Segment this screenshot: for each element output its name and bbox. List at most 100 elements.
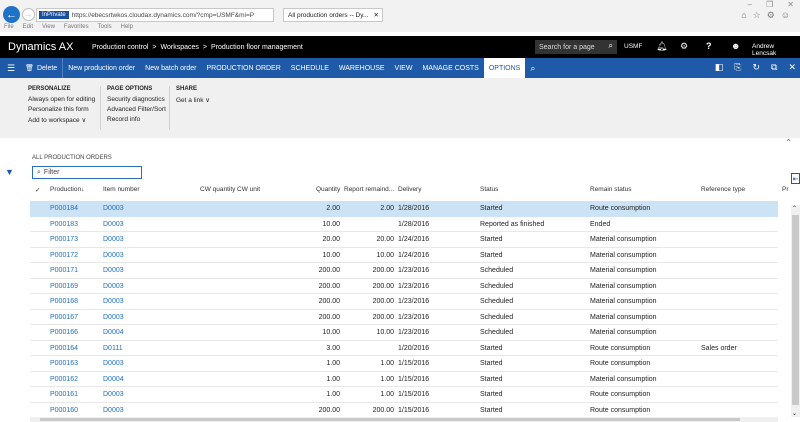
cell-item-number[interactable]: D0003 [103,298,124,305]
vertical-scroll-thumb[interactable] [792,215,799,405]
cell-production[interactable]: P000171 [50,267,78,274]
grid-filter-input[interactable]: ⌕ Filter [32,166,142,179]
cell-item-number[interactable]: D0003 [103,267,124,274]
breadcrumb-workspaces[interactable]: Workspaces [161,44,199,51]
col-header-delivery[interactable]: Delivery [398,186,421,193]
menu-favorites[interactable]: Favorites [64,24,89,33]
cell-production[interactable]: P000160 [50,407,78,414]
cell-item-number[interactable]: D0111 [103,345,123,352]
col-header-remain-status[interactable]: Remain status [590,186,632,193]
cell-item-number[interactable]: D0003 [103,407,124,414]
office-icon[interactable]: ◧ [715,62,724,73]
favorites-star-icon[interactable]: ☆ [753,10,761,21]
new-production-order-button[interactable]: New production order [62,58,140,78]
collapse-chevron-up-icon[interactable]: ⌃ [785,138,792,147]
home-icon[interactable]: ⌂ [741,10,746,21]
always-open-editing-button[interactable]: Always open for editing [28,96,95,103]
cell-item-number[interactable]: D0003 [103,252,124,259]
refresh-icon[interactable]: ↻ [752,62,760,73]
settings-gear-icon[interactable]: ⚙ [680,41,688,52]
tab-warehouse[interactable]: WAREHOUSE [334,58,390,78]
get-a-link-button[interactable]: Get a link ∨ [176,96,210,104]
back-arrow-icon[interactable]: ← [3,6,20,23]
hamburger-menu-icon[interactable]: ☰ [0,58,20,78]
table-row[interactable]: P000167 D0003 200.00 200.00 1/23/2016 Schedul… [30,310,778,325]
tab-production-order[interactable]: PRODUCTION ORDER [202,58,286,78]
vertical-scrollbar[interactable]: ⌃ ⌄ [791,205,800,417]
breadcrumb-production-control[interactable]: Production control [92,44,148,51]
address-bar[interactable]: InPrivate https://ebecsrtwkos.cloudax.dy… [36,8,274,22]
restore-icon[interactable]: ❐ [766,0,773,9]
app-title[interactable]: Dynamics AX [8,41,92,53]
cell-production[interactable]: P000183 [50,221,78,228]
col-header-cw-unit[interactable]: CW unit [237,186,260,193]
cell-production[interactable]: P000169 [50,283,78,290]
menu-file[interactable]: File [4,24,14,33]
tab-options[interactable]: OPTIONS [483,58,526,78]
add-to-workspace-button[interactable]: Add to workspace ∨ [28,116,95,124]
minimize-icon[interactable]: – [748,0,752,9]
feedback-smiley-icon[interactable]: ☻ [731,41,740,51]
cell-production[interactable]: P000161 [50,391,78,398]
notification-bell-icon[interactable]: 🔔︎ [656,41,667,52]
page-search-input[interactable]: Search for a page ⌕ [535,40,617,54]
attachment-icon[interactable]: ⎘ [734,62,741,73]
cell-item-number[interactable]: D0003 [103,360,124,367]
expand-related-info-icon[interactable]: ⇤ [791,173,800,184]
cell-production[interactable]: P000184 [50,205,78,212]
table-row[interactable]: P000169 D0003 200.00 200.00 1/23/2016 Schedul… [30,279,778,294]
window-close-icon[interactable]: ✕ [787,0,794,9]
close-page-icon[interactable]: ✕ [788,62,796,73]
cell-item-number[interactable]: D0004 [103,376,124,383]
cell-production[interactable]: P000173 [50,236,78,243]
cell-item-number[interactable]: D0003 [103,391,124,398]
cell-production[interactable]: P000167 [50,314,78,321]
cell-item-number[interactable]: D0003 [103,236,124,243]
table-row[interactable]: P000163 D0003 1.00 1.00 1/15/2016 Started Rout… [30,356,778,372]
security-diagnostics-button[interactable]: Security diagnostics [107,96,166,103]
col-header-report-remainder[interactable]: Report remaind... [344,186,394,193]
cell-production[interactable]: P000166 [50,329,78,336]
col-header-item-number[interactable]: Item number [103,186,140,193]
cell-production[interactable]: P000163 [50,360,78,367]
tab-close-icon[interactable]: ✕ [374,11,379,19]
cell-item-number[interactable]: D0003 [103,221,124,228]
col-header-quantity[interactable]: Quantity [316,186,340,193]
menu-view[interactable]: View [42,24,55,33]
table-row[interactable]: P000168 D0003 200.00 200.00 1/23/2016 Schedul… [30,294,778,310]
scroll-up-icon[interactable]: ⌃ [792,205,797,212]
table-row[interactable]: P000162 D0004 1.00 1.00 1/15/2016 Started Mate… [30,372,778,387]
cell-item-number[interactable]: D0003 [103,283,124,290]
col-header-production[interactable]: Production↓ [50,186,84,193]
smiley-icon[interactable]: ☺ [781,10,790,21]
cell-production[interactable]: P000172 [50,252,78,259]
settings-gear-icon[interactable]: ⚙ [767,10,775,21]
action-search-icon[interactable]: ⌕ [525,58,540,78]
table-row[interactable]: P000161 D0003 1.00 1.00 1/15/2016 Started Rout… [30,387,778,403]
browser-tab[interactable]: All production orders -- Dy... ✕ [283,8,383,22]
new-batch-order-button[interactable]: New batch order [140,58,201,78]
table-row[interactable]: P000164 D0111 3.00 1/20/2016 Started Route co… [30,341,778,356]
menu-help[interactable]: Help [121,24,133,33]
col-header-truncated[interactable]: Pr [782,186,789,193]
breadcrumb-floor-management[interactable]: Production floor management [211,44,303,51]
col-header-cw-quantity[interactable]: CW quantity [200,186,235,193]
menu-tools[interactable]: Tools [98,24,112,33]
cell-item-number[interactable]: D0004 [103,329,124,336]
open-new-window-icon[interactable]: ⧉ [771,62,777,73]
horizontal-scrollbar[interactable] [30,417,778,422]
tab-view[interactable]: VIEW [390,58,418,78]
cell-production[interactable]: P000168 [50,298,78,305]
horizontal-scroll-thumb[interactable] [40,418,740,421]
table-row[interactable]: P000184 D0003 2.00 2.00 1/28/2016 Started Rout… [30,201,778,217]
select-all-check-icon[interactable]: ✓ [35,186,40,194]
company-picker[interactable]: USMF [624,43,642,50]
personalize-form-button[interactable]: Personalize this form [28,106,95,113]
col-header-status[interactable]: Status [480,186,498,193]
user-name[interactable]: Andrew Lencsak [752,43,800,57]
help-icon[interactable]: ? [706,41,712,51]
search-icon[interactable]: ⌕ [609,41,613,51]
advanced-filter-sort-button[interactable]: Advanced Filter/Sort [107,106,166,113]
table-row[interactable]: P000183 D0003 10.00 1/28/2016 Reported as fi… [30,217,778,232]
tab-schedule[interactable]: SCHEDULE [286,58,334,78]
